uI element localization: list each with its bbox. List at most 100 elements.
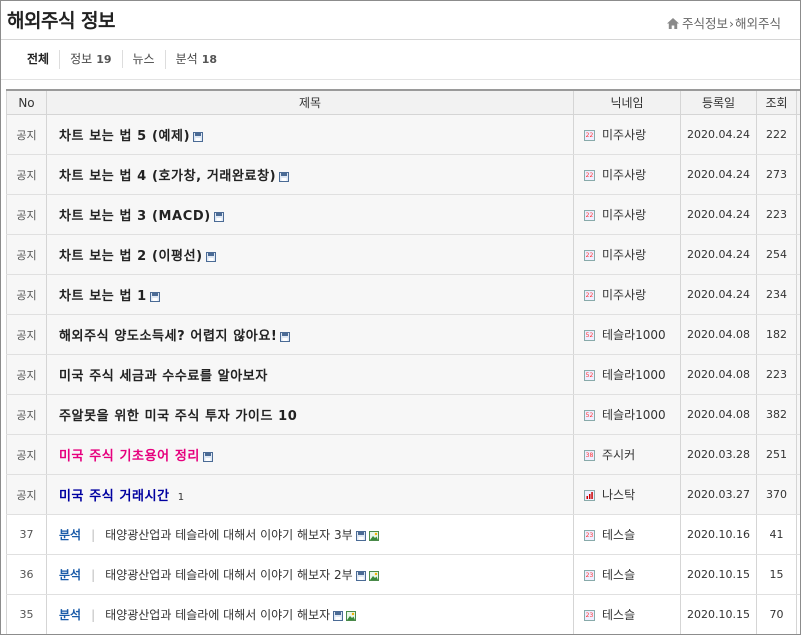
attachment-file-icon [211, 209, 224, 223]
post-title-link[interactable]: 미국 주식 기초용어 정리 [59, 449, 200, 464]
row-number: 공지 [6, 314, 47, 355]
extra-cell [796, 394, 800, 435]
member-level-icon: 52 [584, 330, 595, 341]
member-level-icon: 52 [584, 410, 595, 421]
table-row[interactable]: 공지 차트 보는 법 5 (예제) 22 미주사랑 2020.04.24 222 [6, 114, 800, 155]
author-cell[interactable]: 22 미주사랑 [573, 194, 681, 235]
author-cell[interactable]: 나스탁 [573, 474, 681, 515]
author-name[interactable]: 테슬라1000 [602, 368, 666, 382]
table-row[interactable]: 공지 차트 보는 법 3 (MACD) 22 미주사랑 2020.04.24 223 [6, 194, 800, 235]
author-cell[interactable]: 22 미주사랑 [573, 274, 681, 315]
home-icon[interactable] [667, 17, 679, 32]
row-number: 공지 [6, 434, 47, 475]
author-cell[interactable]: 23 테스슬 [573, 514, 681, 555]
author-name[interactable]: 미주사랑 [602, 208, 646, 222]
post-title-link[interactable]: 태양광산업과 테슬라에 대해서 이야기 해보자 3부 [105, 528, 353, 542]
extra-cell [796, 314, 800, 355]
table-row[interactable]: 37 분석 | 태양광산업과 테슬라에 대해서 이야기 해보자 3부 23 테스슬 2020… [6, 514, 800, 555]
view-count: 382 [756, 394, 797, 435]
post-title-link[interactable]: 미국 주식 거래시간 [59, 489, 170, 504]
author-name[interactable]: 테슬라1000 [602, 328, 666, 342]
category-label[interactable]: 분석 [59, 528, 81, 542]
author-name[interactable]: 미주사랑 [602, 248, 646, 262]
category-label[interactable]: 분석 [59, 568, 81, 582]
row-number: 공지 [6, 394, 47, 435]
col-header-nick: 닉네임 [573, 89, 681, 115]
author-cell[interactable]: 52 테슬라1000 [573, 314, 681, 355]
table-row[interactable]: 공지 차트 보는 법 2 (이평선) 22 미주사랑 2020.04.24 254 [6, 234, 800, 275]
post-title-link[interactable]: 미국 주식 세금과 수수료를 알아보자 [59, 369, 268, 384]
extra-cell [796, 354, 800, 395]
tab-news[interactable]: 뉴스 [121, 50, 165, 68]
author-cell[interactable]: 22 미주사랑 [573, 234, 681, 275]
author-name[interactable]: 주시커 [602, 448, 635, 462]
post-date: 2020.04.24 [680, 194, 757, 235]
col-header-subject: 제목 [46, 89, 574, 115]
tab-label: 정보 [70, 52, 93, 66]
post-title-link[interactable]: 주알못을 위한 미국 주식 투자 가이드 10 [59, 409, 297, 424]
row-subject-cell: 분석 | 태양광산업과 테슬라에 대해서 이야기 해보자 2부 [46, 554, 574, 595]
author-name[interactable]: 나스탁 [602, 488, 635, 502]
row-number: 공지 [6, 114, 47, 155]
author-name[interactable]: 테슬라1000 [602, 408, 666, 422]
table-row[interactable]: 35 분석 | 태양광산업과 테슬라에 대해서 이야기 해보자 23 테스슬 2020.10… [6, 594, 800, 634]
row-subject-cell: 차트 보는 법 4 (호가창, 거래완료창) [46, 154, 574, 195]
row-subject-cell: 분석 | 태양광산업과 테슬라에 대해서 이야기 해보자 [46, 594, 574, 634]
category-separator: | [91, 608, 96, 622]
tab-all[interactable]: 전체 [13, 50, 59, 68]
post-date: 2020.04.24 [680, 274, 757, 315]
author-cell[interactable]: 52 테슬라1000 [573, 354, 681, 395]
post-title-link[interactable]: 차트 보는 법 1 [59, 289, 147, 304]
breadcrumb-separator: › [729, 16, 735, 31]
extra-cell [796, 194, 800, 235]
author-name[interactable]: 미주사랑 [602, 168, 646, 182]
post-date: 2020.10.15 [680, 554, 757, 595]
post-date: 2020.04.08 [680, 314, 757, 355]
post-title-link[interactable]: 차트 보는 법 4 (호가창, 거래완료창) [59, 169, 276, 184]
author-cell[interactable]: 22 미주사랑 [573, 114, 681, 155]
table-row[interactable]: 공지 주알못을 위한 미국 주식 투자 가이드 10 52 테슬라1000 2020.0… [6, 394, 800, 435]
post-title-link[interactable]: 차트 보는 법 3 (MACD) [59, 209, 211, 224]
post-title-link[interactable]: 태양광산업과 테슬라에 대해서 이야기 해보자 [105, 608, 330, 622]
author-cell[interactable]: 23 테스슬 [573, 594, 681, 634]
post-title-link[interactable]: 태양광산업과 테슬라에 대해서 이야기 해보자 2부 [105, 568, 353, 582]
member-level-icon: 22 [584, 170, 595, 181]
extra-cell [796, 114, 800, 155]
post-title-link[interactable]: 해외주식 양도소득세? 어렵지 않아요! [59, 329, 277, 344]
author-name[interactable]: 미주사랑 [602, 128, 646, 142]
member-level-icon: 23 [584, 530, 595, 541]
post-title-link[interactable]: 차트 보는 법 5 (예제) [59, 129, 190, 144]
author-cell[interactable]: 22 미주사랑 [573, 154, 681, 195]
author-cell[interactable]: 38 주시커 [573, 434, 681, 475]
table-row[interactable]: 공지 차트 보는 법 4 (호가창, 거래완료창) 22 미주사랑 2020.04.24… [6, 154, 800, 195]
table-row[interactable]: 공지 미국 주식 거래시간 1 나스탁 2020.03.27 370 [6, 474, 800, 515]
table-row[interactable]: 공지 미국 주식 기초용어 정리 38 주시커 2020.03.28 251 [6, 434, 800, 475]
page-title: 해외주식 정보 [7, 10, 116, 32]
author-cell[interactable]: 23 테스슬 [573, 554, 681, 595]
category-label[interactable]: 분석 [59, 608, 81, 622]
row-subject-cell: 미국 주식 거래시간 1 [46, 474, 574, 515]
author-name[interactable]: 테스슬 [602, 528, 635, 542]
board-header: 해외주식 정보 주식정보›해외주식 [1, 1, 800, 40]
table-row[interactable]: 36 분석 | 태양광산업과 테슬라에 대해서 이야기 해보자 2부 23 테스슬 2020… [6, 554, 800, 595]
table-row[interactable]: 공지 차트 보는 법 1 22 미주사랑 2020.04.24 234 [6, 274, 800, 315]
breadcrumb-item-stock-info[interactable]: 주식정보 [682, 16, 728, 31]
member-level-icon: 22 [584, 250, 595, 261]
tab-analysis[interactable]: 분석 18 [164, 50, 227, 69]
post-title-link[interactable]: 차트 보는 법 2 (이평선) [59, 249, 203, 264]
author-name[interactable]: 테스슬 [602, 568, 635, 582]
table-row[interactable]: 공지 해외주식 양도소득세? 어렵지 않아요! 52 테슬라1000 2020.04.0… [6, 314, 800, 355]
author-name[interactable]: 미주사랑 [602, 288, 646, 302]
table-row[interactable]: 공지 미국 주식 세금과 수수료를 알아보자 52 테슬라1000 2020.04.08… [6, 354, 800, 395]
author-name[interactable]: 테스슬 [602, 608, 635, 622]
tab-info[interactable]: 정보 19 [59, 50, 121, 69]
extra-cell [796, 274, 800, 315]
comment-count[interactable]: 1 [178, 492, 184, 503]
breadcrumb-item-overseas[interactable]: 해외주식 [735, 16, 781, 31]
row-number: 공지 [6, 354, 47, 395]
col-header-extra [796, 89, 800, 115]
attachment-file-icon [353, 528, 366, 542]
extra-cell [796, 554, 800, 595]
author-cell[interactable]: 52 테슬라1000 [573, 394, 681, 435]
extra-cell [796, 474, 800, 515]
